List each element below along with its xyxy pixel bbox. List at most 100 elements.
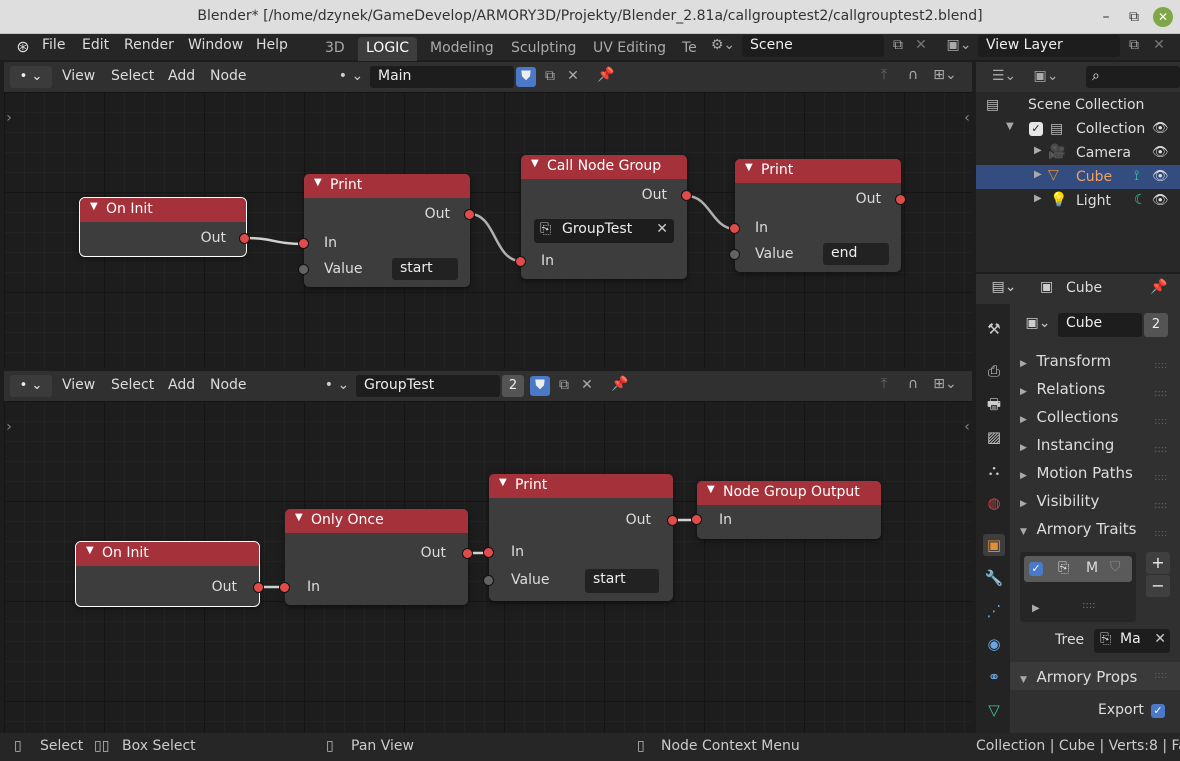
top-node-canvas[interactable]: ▼ On Init Out ▼ Print Out In Value start ▼… [4, 92, 972, 368]
datablock-browse-icon[interactable]: ▣⌄ [1020, 315, 1056, 331]
modifier-properties-icon[interactable]: 🔧 [983, 567, 1005, 589]
top-fake-user-icon[interactable]: ⛊ [516, 67, 536, 87]
bottom-snap-mode-icon[interactable]: ⊞⌄ [928, 376, 962, 392]
unlink-group-icon[interactable]: ✕ [656, 221, 668, 237]
toolbar-expand-icon[interactable]: › [4, 419, 14, 435]
new-view-layer-icon[interactable]: ⧉ [1124, 37, 1144, 53]
collapse-icon[interactable]: ▼ [499, 477, 507, 488]
top-menu-add[interactable]: Add [168, 68, 195, 84]
collapse-icon[interactable]: ▼ [707, 484, 715, 495]
object-name-field[interactable]: Cube [1058, 313, 1142, 337]
top-menu-select[interactable]: Select [111, 68, 154, 84]
node-group-output[interactable]: ▼ Node Group Output In [691, 481, 881, 539]
bottom-node-canvas[interactable]: ▼ On Init Out ▼ Only Once Out In ▼ Print Ou… [4, 401, 972, 733]
minimize-button[interactable]: – [1096, 7, 1116, 27]
socket-value[interactable] [298, 264, 309, 275]
view-layer-properties-icon[interactable]: ▨ [983, 426, 1005, 448]
node-call-node-group[interactable]: ▼ Call Node Group Out ⎘ GroupTest ✕ In [515, 155, 692, 279]
section-instancing[interactable]: ▶ Instancing [1020, 436, 1114, 454]
socket-out[interactable] [464, 209, 475, 220]
outliner-camera[interactable]: Camera [1076, 145, 1131, 161]
node-on-init[interactable]: ▼ On Init Out [75, 541, 264, 607]
properties-pin-icon[interactable]: 📌 [1150, 279, 1168, 295]
socket-out[interactable] [667, 515, 678, 526]
top-pin-icon[interactable]: 📌 [596, 67, 616, 83]
socket-in[interactable] [483, 547, 494, 558]
socket-value[interactable] [483, 575, 494, 586]
section-drag-handles[interactable]: :::::::::::::::::::::::::::: [1154, 352, 1167, 548]
node-print[interactable]: ▼ Print Out In Value start [298, 174, 475, 287]
collapse-icon[interactable]: ▼ [314, 177, 322, 188]
node-print-2[interactable]: ▼ Print Out In Value end [729, 159, 906, 272]
unlink-tree-icon[interactable]: ✕ [1154, 631, 1166, 647]
light-eye-icon[interactable]: 👁 [1152, 193, 1169, 208]
top-editor-type-button[interactable]: • ⌄ [10, 66, 52, 88]
object-users-count[interactable]: 2 [1144, 313, 1168, 337]
section-armory-traits[interactable]: ▼ Armory Traits [1020, 520, 1136, 538]
outliner-cube[interactable]: Cube [1076, 169, 1112, 185]
cube-eye-icon[interactable]: 👁 [1152, 169, 1169, 184]
constraint-properties-icon[interactable]: ⚭ [983, 666, 1005, 688]
bottom-parent-tree-icon[interactable]: ⤒ [874, 376, 894, 392]
new-scene-icon[interactable]: ⧉ [888, 37, 908, 53]
outliner-light[interactable]: Light [1076, 193, 1111, 209]
bottom-duplicate-icon[interactable]: ⧉ [554, 377, 574, 393]
tab-3d[interactable]: 3D [317, 37, 353, 61]
tab-texture[interactable]: Te [674, 37, 705, 61]
value-field[interactable]: start [392, 258, 458, 280]
scene-browse-icon[interactable]: ⚙⌄ [706, 37, 740, 53]
output-properties-icon[interactable]: 🖶 [983, 393, 1005, 415]
bottom-fake-user-icon[interactable]: ⛊ [530, 376, 550, 396]
collection-eye-icon[interactable]: 👁 [1152, 121, 1169, 136]
menu-window[interactable]: Window [188, 37, 243, 53]
delete-scene-icon[interactable]: ✕ [912, 37, 930, 53]
socket-value[interactable] [729, 249, 740, 260]
tab-logic[interactable]: LOGIC [358, 37, 418, 61]
group-selector-field[interactable]: ⎘ GroupTest ✕ [534, 219, 674, 243]
bottom-tree-browse-icon[interactable]: • ⌄ [320, 377, 354, 393]
remove-trait-button[interactable]: − [1146, 575, 1170, 597]
top-snap-icon[interactable]: ∩ [902, 67, 924, 83]
menu-file[interactable]: File [42, 37, 65, 53]
trait-shield-icon[interactable]: ⛉ [1110, 559, 1121, 575]
node-only-once[interactable]: ▼ Only Once Out In [279, 509, 473, 605]
top-menu-view[interactable]: View [62, 68, 95, 84]
top-tree-browse-icon[interactable]: • ⌄ [334, 68, 368, 84]
socket-in[interactable] [515, 256, 526, 267]
maximize-button[interactable]: ⧉ [1124, 7, 1144, 27]
outliner-scene-collection[interactable]: Scene Collection [1028, 97, 1144, 113]
section-collections[interactable]: ▶ Collections [1020, 408, 1118, 426]
tab-modeling[interactable]: Modeling [422, 37, 502, 61]
add-trait-button[interactable]: + [1146, 552, 1170, 574]
collapse-icon[interactable]: ▼ [295, 512, 303, 523]
collapse-icon[interactable]: ▼ [531, 158, 539, 169]
socket-out[interactable] [895, 194, 906, 205]
node-on-init[interactable]: ▼ On Init Out [79, 197, 250, 257]
tree-selector-field[interactable]: ⎘ Ma ✕ [1094, 629, 1170, 653]
bottom-users-count[interactable]: 2 [502, 375, 524, 397]
display-mode-icon[interactable]: ▣⌄ [1028, 68, 1064, 84]
socket-out[interactable] [253, 582, 264, 593]
particles-properties-icon[interactable]: ⋰ [983, 600, 1005, 622]
world-properties-icon[interactable]: ◍ [983, 492, 1005, 514]
export-checkbox[interactable]: ✓ [1151, 704, 1165, 718]
bottom-pin-icon[interactable]: 📌 [610, 376, 630, 392]
mesh-data-properties-icon[interactable]: ▽ [983, 699, 1005, 721]
menu-help[interactable]: Help [256, 37, 288, 53]
menu-edit[interactable]: Edit [82, 37, 109, 53]
top-snap-mode-icon[interactable]: ⊞⌄ [928, 67, 962, 83]
top-parent-tree-icon[interactable]: ⤒ [874, 67, 894, 83]
section-visibility[interactable]: ▶ Visibility [1020, 492, 1099, 510]
properties-editor-type-icon[interactable]: ▤⌄ [986, 279, 1022, 295]
section-relations[interactable]: ▶ Relations [1020, 380, 1105, 398]
outliner-editor-type-icon[interactable]: ☰⌄ [986, 68, 1022, 84]
tool-properties-icon[interactable]: ⚒ [983, 318, 1005, 340]
bottom-menu-select[interactable]: Select [111, 377, 154, 393]
trait-enabled-checkbox[interactable]: ✓ [1029, 562, 1043, 576]
bottom-tree-name-field[interactable]: GroupTest [356, 375, 500, 397]
bottom-snap-icon[interactable]: ∩ [902, 376, 924, 392]
section-transform[interactable]: ▶ Transform [1020, 352, 1111, 370]
bottom-editor-type-button[interactable]: • ⌄ [10, 375, 52, 397]
sidebar-expand-icon[interactable]: ‹ [962, 419, 972, 435]
section-motion-paths[interactable]: ▶ Motion Paths [1020, 464, 1133, 482]
